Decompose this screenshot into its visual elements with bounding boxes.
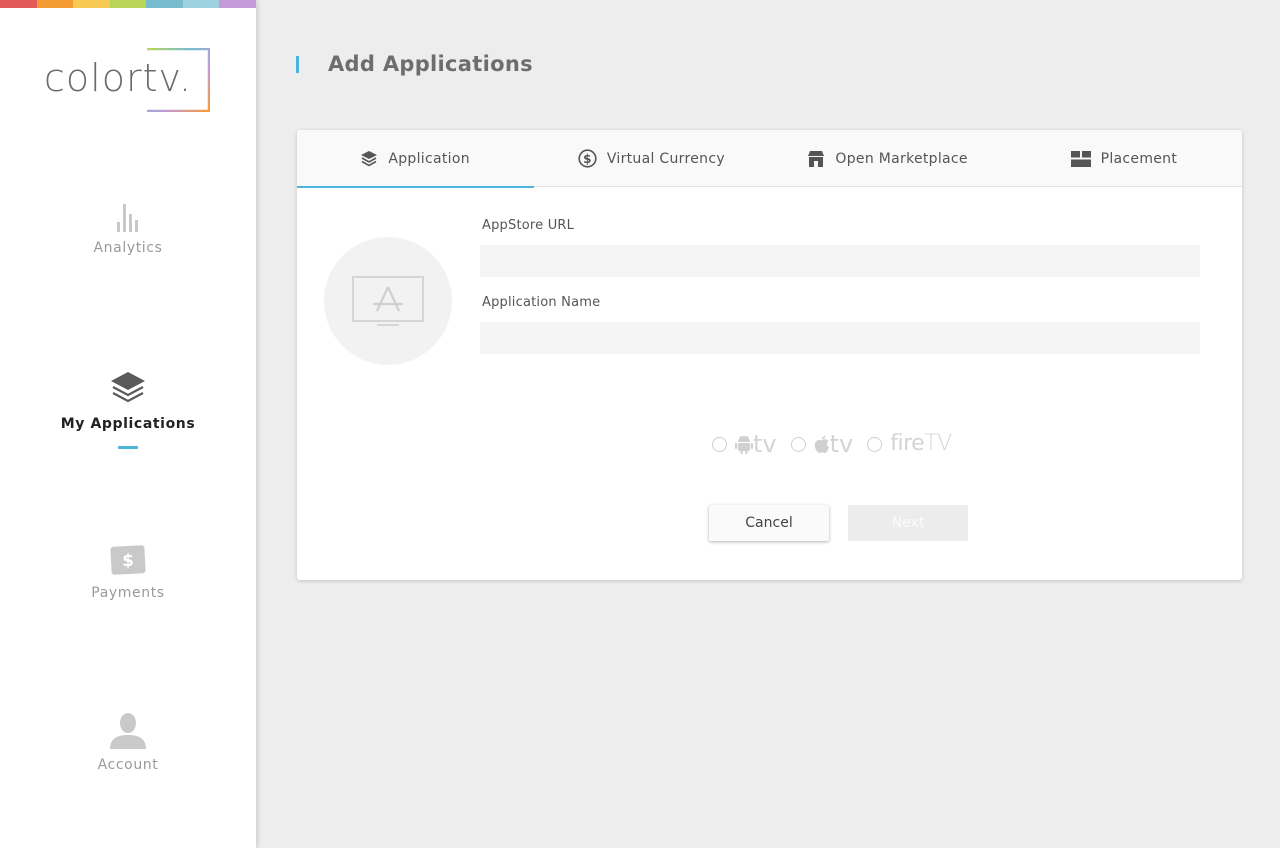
- sidebar-item-payments[interactable]: $ Payments: [0, 543, 256, 601]
- grid-layout-icon: [1070, 150, 1091, 167]
- svg-text:$: $: [583, 152, 592, 166]
- page-title: Add Applications: [328, 52, 533, 76]
- tab-label: Open Marketplace: [835, 150, 968, 167]
- tab-application[interactable]: Application: [297, 130, 535, 188]
- layers-icon: [361, 150, 378, 166]
- store-icon: [808, 150, 825, 167]
- radio-button[interactable]: [712, 436, 727, 452]
- tab-label: Application: [388, 150, 470, 167]
- svg-text:$: $: [122, 551, 134, 571]
- brand-color-stripe: [0, 0, 257, 8]
- apple-tv-label: tv: [829, 430, 854, 458]
- title-accent-bar: [296, 56, 299, 73]
- layers-icon: [111, 372, 145, 403]
- radio-button[interactable]: [867, 436, 883, 452]
- sidebar-item-account[interactable]: Account: [0, 711, 256, 773]
- appstore-url-input[interactable]: [480, 245, 1200, 277]
- app-root: colortv. Analytics My Applications $ Pay…: [0, 0, 1280, 848]
- app-icon-placeholder: [324, 237, 452, 365]
- tab-open-marketplace[interactable]: Open Marketplace: [770, 130, 1006, 187]
- colortv-logo[interactable]: colortv.: [44, 46, 214, 114]
- android-icon: [735, 435, 753, 454]
- tab-label: Placement: [1100, 150, 1178, 167]
- bar-chart-icon: [117, 204, 138, 232]
- sidebar-item-analytics[interactable]: Analytics: [0, 202, 256, 256]
- fire-tv-label: fireTV: [890, 431, 952, 456]
- apple-icon: [814, 435, 829, 453]
- app-store-tv-icon: [352, 276, 424, 326]
- radio-button[interactable]: [790, 436, 806, 452]
- next-button[interactable]: Next: [848, 505, 968, 541]
- fire-tv-label-fire: fire: [890, 431, 925, 456]
- tab-label: Virtual Currency: [606, 150, 725, 167]
- platform-option-apple-tv[interactable]: tv: [790, 430, 854, 458]
- platform-selector: tv tv fireTV: [712, 430, 966, 458]
- sidebar-item-label: Payments: [91, 585, 165, 601]
- cancel-button[interactable]: Cancel: [709, 505, 829, 541]
- application-name-label: Application Name: [482, 295, 601, 310]
- sidebar-item-label: Analytics: [93, 240, 163, 256]
- dollar-circle-icon: $: [578, 149, 597, 168]
- tab-placement[interactable]: Placement: [1006, 130, 1242, 187]
- platform-option-android-tv[interactable]: tv: [712, 432, 777, 456]
- add-application-card: Application $ Virtual Currency Open Mark…: [297, 130, 1242, 580]
- sidebar-item-label: My Applications: [60, 416, 196, 432]
- tab-virtual-currency[interactable]: $ Virtual Currency: [533, 130, 769, 187]
- android-tv-label: tv: [753, 430, 777, 458]
- platform-option-fire-tv[interactable]: fireTV: [867, 431, 952, 456]
- dollar-bill-icon: $: [110, 545, 146, 575]
- logo-text: colortv.: [44, 56, 193, 100]
- application-name-input[interactable]: [480, 322, 1200, 354]
- active-indicator: [118, 446, 138, 449]
- fire-tv-label-tv: TV: [924, 431, 952, 456]
- sidebar: colortv. Analytics My Applications $ Pay…: [0, 0, 257, 848]
- sidebar-item-my-applications[interactable]: My Applications: [0, 370, 256, 449]
- sidebar-item-label: Account: [97, 757, 159, 773]
- tab-bar: Application $ Virtual Currency Open Mark…: [297, 130, 1242, 188]
- user-icon: [110, 713, 146, 749]
- appstore-url-label: AppStore URL: [482, 218, 575, 233]
